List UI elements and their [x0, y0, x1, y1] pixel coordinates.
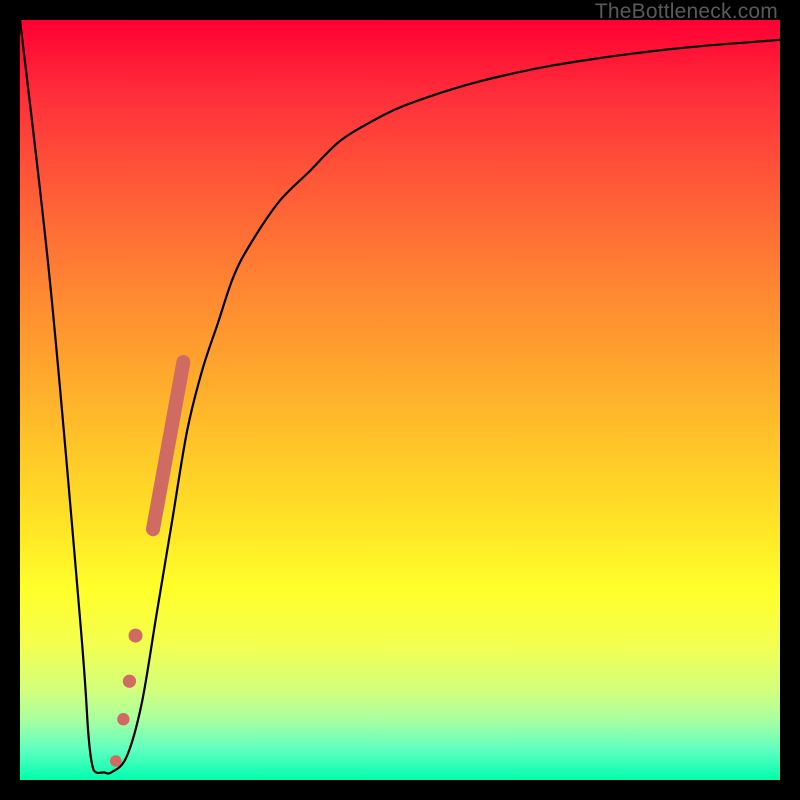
plot-area [20, 20, 780, 780]
marker-dot [110, 755, 122, 767]
bottleneck-curve [20, 20, 780, 774]
marker-dot [123, 675, 136, 688]
watermark-text: TheBottleneck.com [595, 0, 778, 24]
curve-layer [20, 20, 780, 780]
marker-segment [153, 362, 183, 529]
marker-dot [117, 713, 129, 725]
chart-frame: TheBottleneck.com [0, 0, 800, 800]
marker-dot [129, 629, 143, 643]
marker-group [110, 362, 183, 767]
